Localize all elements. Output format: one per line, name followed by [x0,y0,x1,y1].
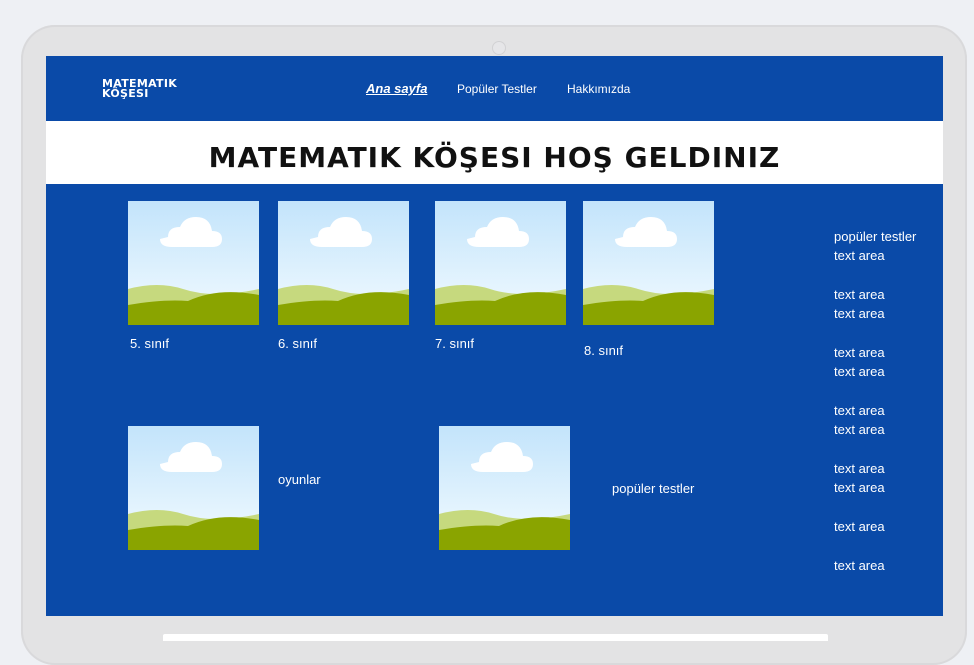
grade-7-label[interactable]: 7. sınıf [435,336,474,351]
title-band: MATEMATIK KÖŞESI HOŞ GELDINIZ [46,121,943,184]
sidebar-text-area: text area [834,248,885,263]
populer-testler-label[interactable]: popüler testler [612,481,694,496]
landscape-image-icon [128,426,259,550]
landscape-image-icon [278,201,409,325]
sidebar-text-area: text area [834,461,885,476]
grade-8-label[interactable]: 8. sınıf [584,343,623,358]
logo-line-2: KÖŞESI [102,87,149,100]
landscape-image-icon [128,201,259,325]
device-bottom-bar [163,634,828,641]
oyunlar-image[interactable] [128,426,259,550]
oyunlar-label[interactable]: oyunlar [278,472,321,487]
nav-link-populer-testler[interactable]: Popüler Testler [457,82,537,96]
camera-icon [492,41,506,55]
nav-link-ana-sayfa[interactable]: Ana sayfa [366,81,427,96]
grade-5-label[interactable]: 5. sınıf [130,336,169,351]
landscape-image-icon [583,201,714,325]
grade-6-image[interactable] [278,201,409,325]
sidebar-text-area: text area [834,306,885,321]
site-logo[interactable]: MATEMATIK KÖŞESI [102,78,222,100]
sidebar-text-area: text area [834,364,885,379]
grade-7-image[interactable] [435,201,566,325]
grade-6-label[interactable]: 6. sınıf [278,336,317,351]
sidebar-text-area: text area [834,519,885,534]
grade-8-image[interactable] [583,201,714,325]
landscape-image-icon [439,426,570,550]
nav-link-hakkimizda[interactable]: Hakkımızda [567,82,630,96]
website-screen: MATEMATIK KÖŞESI Ana sayfa Popüler Testl… [46,56,943,616]
sidebar-heading: popüler testler [834,229,917,244]
sidebar-text-area: text area [834,422,885,437]
sidebar-text-area: text area [834,345,885,360]
sidebar-text-area: text area [834,403,885,418]
site-header: MATEMATIK KÖŞESI Ana sayfa Popüler Testl… [46,56,943,121]
landscape-image-icon [435,201,566,325]
page-title: MATEMATIK KÖŞESI HOŞ GELDINIZ [208,141,781,174]
sidebar-text-area: text area [834,558,885,573]
sidebar-text-area: text area [834,480,885,495]
grade-5-image[interactable] [128,201,259,325]
sidebar-text-area: text area [834,287,885,302]
populer-testler-image[interactable] [439,426,570,550]
